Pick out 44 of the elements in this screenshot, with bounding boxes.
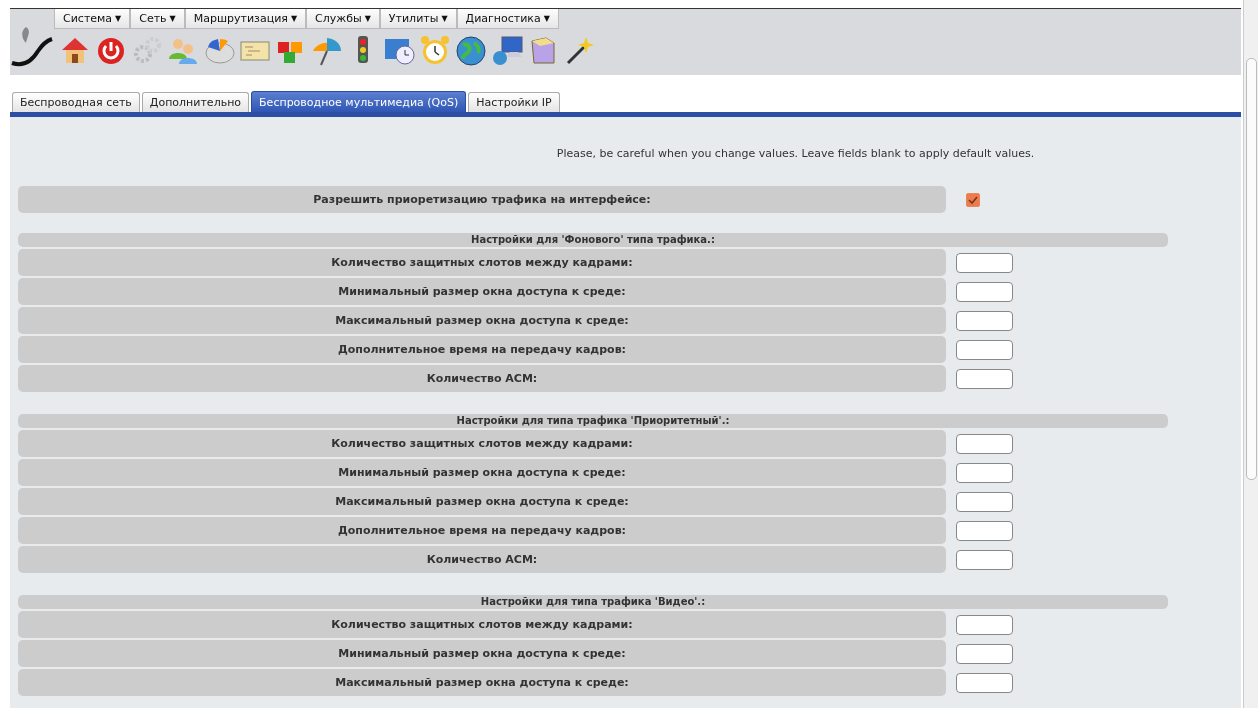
tab[interactable]: Беспроводная сеть — [12, 92, 140, 112]
field-label: Количество защитных слотов между кадрами: — [18, 430, 946, 457]
field-label: Количество защитных слотов между кадрами: — [18, 611, 946, 638]
menu-item[interactable]: Маршрутизация ▼ — [184, 9, 307, 29]
field-label: Минимальный размер окна доступа к среде: — [18, 640, 946, 667]
field-label: Количество ACM: — [18, 365, 946, 392]
scrollbar-thumb[interactable] — [1246, 58, 1257, 480]
field-label: Количество защитных слотов между кадрами: — [18, 249, 946, 276]
section-header: Настройки для 'Фонового' типа трафика.: — [18, 233, 1168, 247]
field-label: Дополнительное время на передачу кадров: — [18, 336, 946, 363]
input-field[interactable] — [956, 433, 1013, 454]
section-header: Настройки для типа трафика 'Приоритетный'.: — [18, 414, 1168, 428]
notice-text: Please, be careful when you change values. Leave fields blank to apply default values. — [555, 147, 1036, 160]
input-field[interactable] — [956, 339, 1013, 360]
input-field[interactable] — [956, 252, 1013, 273]
field-label: Максимальный размер окна доступа к среде: — [18, 488, 946, 515]
input-field[interactable] — [956, 491, 1013, 512]
input-field[interactable] — [956, 462, 1013, 483]
input-field[interactable] — [956, 549, 1013, 570]
input-field[interactable] — [956, 281, 1013, 302]
input-field[interactable] — [956, 672, 1013, 693]
menu-item[interactable]: Утилиты ▼ — [379, 9, 457, 29]
section-header: Настройки для типа трафика 'Видео'.: — [18, 595, 1168, 609]
tab[interactable]: Дополнительно — [141, 92, 250, 112]
input-field[interactable] — [956, 643, 1013, 664]
field-label: Разрешить приоретизацию трафика на интерфейсе: — [18, 186, 946, 213]
field-label: Максимальный размер окна доступа к среде: — [18, 307, 946, 334]
menu-item[interactable]: Система ▼ — [54, 9, 131, 29]
menu-item[interactable]: Службы ▼ — [306, 9, 380, 29]
field-label: Дополнительное время на передачу кадров: — [18, 517, 946, 544]
checkbox[interactable] — [966, 192, 980, 207]
field-label: Максимальный размер окна доступа к среде: — [18, 669, 946, 696]
tab[interactable]: Настройки IP — [468, 92, 560, 112]
tab[interactable]: Беспроводное мультимедиа (QoS) — [251, 91, 467, 112]
menu-item[interactable]: Диагностика ▼ — [456, 9, 559, 29]
input-field[interactable] — [956, 368, 1013, 389]
input-field[interactable] — [956, 520, 1013, 541]
field-label: Количество ACM: — [18, 546, 946, 573]
field-label: Минимальный размер окна доступа к среде: — [18, 459, 946, 486]
scrollbar[interactable] — [1243, 0, 1258, 708]
menu-item[interactable]: Сеть ▼ — [130, 9, 185, 29]
input-field[interactable] — [956, 614, 1013, 635]
input-field[interactable] — [956, 310, 1013, 331]
field-label: Минимальный размер окна доступа к среде: — [18, 278, 946, 305]
